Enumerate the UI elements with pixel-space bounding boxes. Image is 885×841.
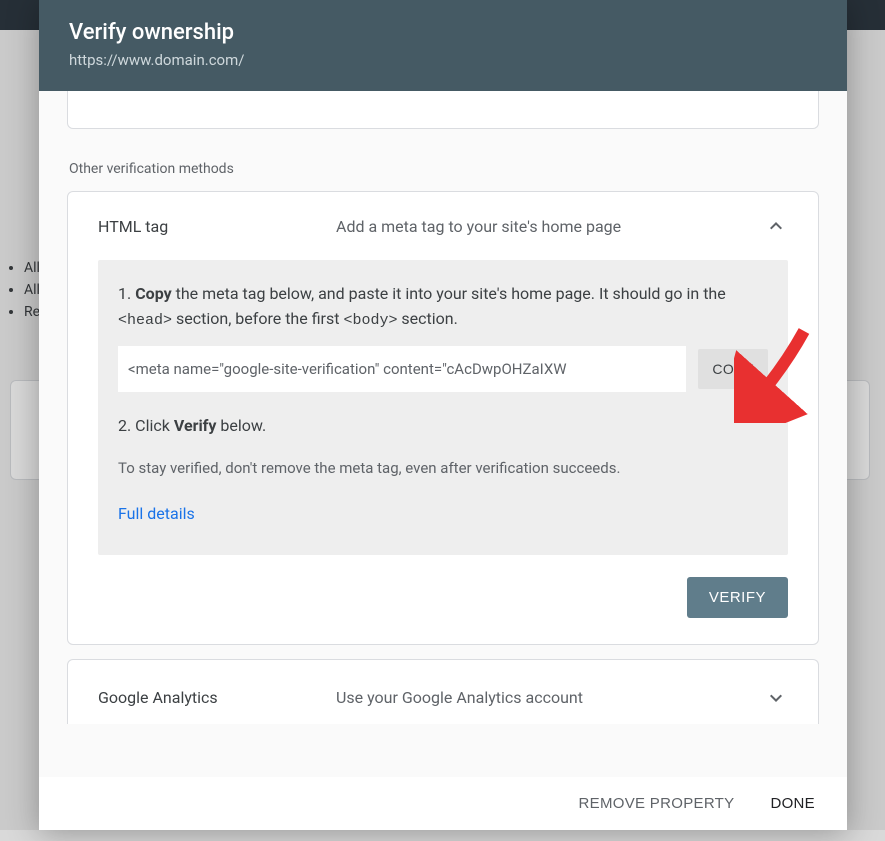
step1-text-c: section. <box>397 309 457 328</box>
html-tag-card: HTML tag Add a meta tag to your site's h… <box>67 191 819 645</box>
step2-suffix: below. <box>216 416 266 435</box>
dialog-body[interactable]: Other verification methods HTML tag Add … <box>39 91 847 776</box>
html-tag-title: HTML tag <box>98 217 336 236</box>
step1-text-b: section, before the first <box>172 309 343 328</box>
other-methods-label: Other verification methods <box>69 161 819 177</box>
analytics-desc: Use your Google Analytics account <box>336 688 764 707</box>
analytics-title: Google Analytics <box>98 688 336 707</box>
full-details-link[interactable]: Full details <box>118 504 195 523</box>
step-1: 1. Copy the meta tag below, and paste it… <box>118 282 768 332</box>
html-file-card-peek <box>67 91 819 129</box>
dialog-title: Verify ownership <box>69 20 817 45</box>
step1-text-a: the meta tag below, and paste it into yo… <box>172 284 726 303</box>
step-2: 2. Click Verify below. <box>118 414 768 439</box>
head-code: <head> <box>118 312 172 329</box>
html-tag-header-row[interactable]: HTML tag Add a meta tag to your site's h… <box>68 192 818 260</box>
html-tag-instructions: 1. Copy the meta tag below, and paste it… <box>98 260 788 555</box>
verify-button[interactable]: VERIFY <box>687 577 788 618</box>
body-code: <body> <box>343 312 397 329</box>
stay-verified-note: To stay verified, don't remove the meta … <box>118 457 768 480</box>
step1-bold: Copy <box>135 284 171 303</box>
verify-ownership-dialog: Verify ownership https://www.domain.com/… <box>39 0 847 830</box>
html-tag-desc: Add a meta tag to your site's home page <box>336 217 764 236</box>
step2-bold: Verify <box>174 416 217 435</box>
remove-property-button[interactable]: REMOVE PROPERTY <box>579 795 735 812</box>
chevron-up-icon <box>764 214 788 238</box>
dialog-footer: REMOVE PROPERTY DONE <box>39 776 847 830</box>
done-button[interactable]: DONE <box>770 795 815 812</box>
dialog-subtitle: https://www.domain.com/ <box>69 51 817 69</box>
step2-prefix: 2. Click <box>118 416 174 435</box>
meta-tag-row: COPY <box>118 346 768 392</box>
verify-row: VERIFY <box>68 577 818 644</box>
chevron-down-icon <box>764 686 788 710</box>
google-analytics-card: Google Analytics Use your Google Analyti… <box>67 659 819 724</box>
step1-num: 1. <box>118 284 135 303</box>
copy-button[interactable]: COPY <box>698 349 768 389</box>
google-analytics-row[interactable]: Google Analytics Use your Google Analyti… <box>68 660 818 724</box>
dialog-header: Verify ownership https://www.domain.com/ <box>39 0 847 91</box>
meta-tag-input[interactable] <box>118 346 686 392</box>
